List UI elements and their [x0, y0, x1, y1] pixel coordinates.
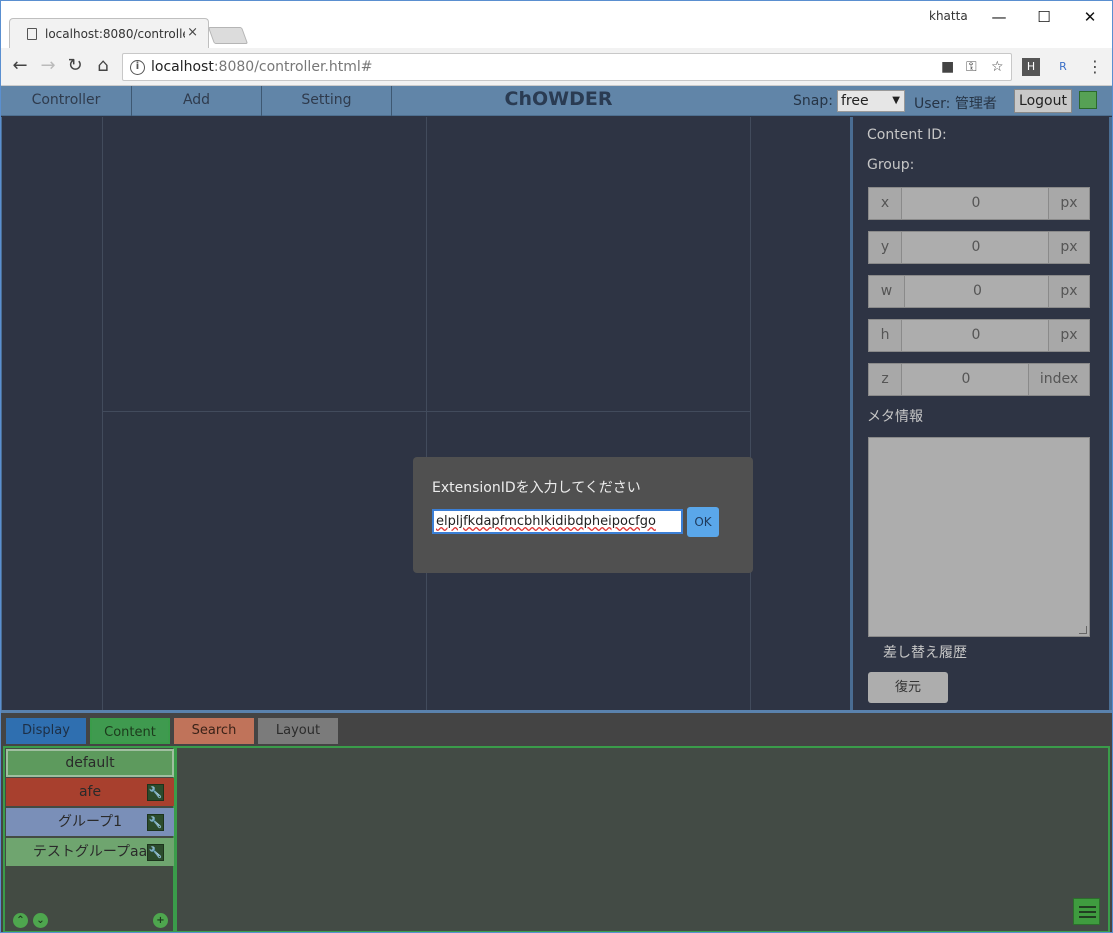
- browser-tab[interactable]: localhost:8080/controller ×: [9, 18, 209, 48]
- home-icon[interactable]: ⌂: [93, 56, 113, 76]
- property-panel: Content ID: Group: x 0 px y 0 px w 0 px …: [850, 117, 1112, 710]
- back-icon[interactable]: ←: [10, 56, 30, 76]
- wrench-icon[interactable]: 🔧: [147, 844, 164, 861]
- info-icon[interactable]: i: [130, 60, 145, 75]
- tab-search[interactable]: Search: [174, 718, 254, 744]
- bottom-panel: Display Content Search Layout default af…: [1, 710, 1112, 932]
- minimize-button[interactable]: —: [976, 5, 1022, 29]
- prop-x-unit: px: [1048, 188, 1089, 219]
- maximize-button[interactable]: ☐: [1021, 5, 1067, 29]
- extension-id-dialog: ExtensionIDを入力してください elpljfkdapfmcbhlkid…: [413, 457, 753, 573]
- prop-h-unit: px: [1048, 320, 1089, 351]
- chrome-menu-icon[interactable]: ⋮: [1086, 58, 1104, 76]
- app-header: Controller Add Setting ChOWDER Snap: fre…: [1, 86, 1112, 116]
- browser-toolbar: ← → ↻ ⌂ i localhost:8080/controller.html…: [1, 48, 1112, 86]
- title-bar: localhost:8080/controller × khatta — ☐ ✕: [1, 1, 1112, 48]
- group-item-default[interactable]: default: [6, 749, 174, 777]
- prop-z-field[interactable]: z 0 index: [868, 363, 1090, 396]
- dropdown-arrow-icon: ▼: [892, 95, 900, 106]
- prop-y-label: y: [869, 232, 902, 263]
- menu-controller[interactable]: Controller: [1, 86, 132, 116]
- tab-display[interactable]: Display: [6, 718, 86, 744]
- snap-label: Snap:: [793, 93, 833, 109]
- group-item-afe[interactable]: afe 🔧: [6, 778, 174, 806]
- wrench-icon[interactable]: 🔧: [147, 814, 164, 831]
- prop-h-value[interactable]: 0: [903, 320, 1049, 351]
- group-label: afe: [78, 784, 102, 800]
- group-label: グループ1: [57, 814, 123, 830]
- prop-h-label: h: [869, 320, 902, 351]
- reload-icon[interactable]: ↻: [65, 56, 85, 76]
- grid-line: [103, 411, 751, 412]
- dialog-title: ExtensionIDを入力してください: [432, 480, 641, 496]
- tab-close-icon[interactable]: ×: [187, 25, 198, 40]
- url-path: :8080/controller.html#: [213, 59, 373, 75]
- group-item-group1[interactable]: グループ1 🔧: [6, 808, 174, 836]
- move-up-icon[interactable]: ⌃: [13, 913, 28, 928]
- grid-line: [750, 117, 751, 710]
- prop-y-value[interactable]: 0: [903, 232, 1049, 263]
- tab-title: localhost:8080/controller: [45, 27, 185, 41]
- tab-content[interactable]: Content: [90, 718, 170, 744]
- logout-button[interactable]: Logout: [1014, 89, 1072, 113]
- restore-button[interactable]: 復元: [868, 672, 948, 703]
- prop-x-label: x: [869, 188, 902, 219]
- camera-icon[interactable]: ■: [941, 59, 954, 75]
- resize-grip-icon[interactable]: [1079, 626, 1087, 634]
- prop-z-label: z: [869, 364, 902, 395]
- wrench-icon[interactable]: 🔧: [147, 784, 164, 801]
- group-label: Group:: [867, 157, 915, 173]
- prop-y-field[interactable]: y 0 px: [868, 231, 1090, 264]
- menu-add[interactable]: Add: [132, 86, 262, 116]
- add-group-icon[interactable]: +: [153, 913, 168, 928]
- tab-layout[interactable]: Layout: [258, 718, 338, 744]
- snap-select[interactable]: free ▼: [837, 90, 905, 112]
- app-title: ChOWDER: [504, 88, 613, 110]
- page-icon: [27, 28, 37, 40]
- profile-name[interactable]: khatta: [929, 9, 968, 23]
- grid-line: [102, 117, 103, 710]
- group-list: default afe 🔧 グループ1 🔧 テストグループaa 🔧 ⌃ ⌄ +: [3, 746, 175, 932]
- extension-h-icon[interactable]: H: [1022, 58, 1040, 76]
- forward-icon[interactable]: →: [38, 56, 58, 76]
- key-icon[interactable]: ⚿: [966, 59, 977, 75]
- content-list-area[interactable]: [175, 746, 1110, 932]
- new-tab-button[interactable]: [207, 27, 249, 44]
- browser-window: localhost:8080/controller × khatta — ☐ ✕…: [0, 0, 1113, 933]
- meta-info-label: メタ情報: [867, 409, 923, 425]
- connection-status-icon[interactable]: [1079, 91, 1097, 109]
- prop-w-unit: px: [1048, 276, 1089, 307]
- replace-history-label: 差し替え履歴: [883, 645, 967, 661]
- group-item-testgroup[interactable]: テストグループaa 🔧: [6, 838, 174, 866]
- user-label: User: 管理者: [914, 96, 997, 112]
- meta-info-textarea[interactable]: [868, 437, 1090, 637]
- grid-line: [426, 117, 427, 710]
- prop-w-field[interactable]: w 0 px: [868, 275, 1090, 308]
- extension-r-icon[interactable]: R: [1054, 58, 1072, 76]
- url-host: localhost: [151, 59, 214, 75]
- prop-x-value[interactable]: 0: [903, 188, 1049, 219]
- address-bar[interactable]: i localhost:8080/controller.html# ■ ⚿ ☆: [122, 53, 1012, 81]
- star-icon[interactable]: ☆: [991, 59, 1004, 75]
- prop-y-unit: px: [1048, 232, 1089, 263]
- prop-w-label: w: [869, 276, 905, 307]
- close-window-button[interactable]: ✕: [1067, 5, 1112, 29]
- prop-z-value[interactable]: 0: [903, 364, 1029, 395]
- group-label: テストグループaa: [32, 844, 148, 860]
- content-id-label: Content ID:: [867, 127, 947, 143]
- extension-id-input[interactable]: elpljfkdapfmcbhlkidibdpheipocfgo: [432, 509, 683, 534]
- prop-z-unit: index: [1028, 364, 1089, 395]
- url-text: localhost:8080/controller.html#: [151, 59, 372, 75]
- snap-value: free: [841, 93, 869, 109]
- display-area[interactable]: [1, 117, 850, 710]
- menu-setting[interactable]: Setting: [262, 86, 392, 116]
- move-down-icon[interactable]: ⌄: [33, 913, 48, 928]
- prop-h-field[interactable]: h 0 px: [868, 319, 1090, 352]
- hamburger-menu-icon[interactable]: [1073, 898, 1100, 925]
- prop-w-value[interactable]: 0: [906, 276, 1049, 307]
- prop-x-field[interactable]: x 0 px: [868, 187, 1090, 220]
- ok-button[interactable]: OK: [687, 507, 719, 537]
